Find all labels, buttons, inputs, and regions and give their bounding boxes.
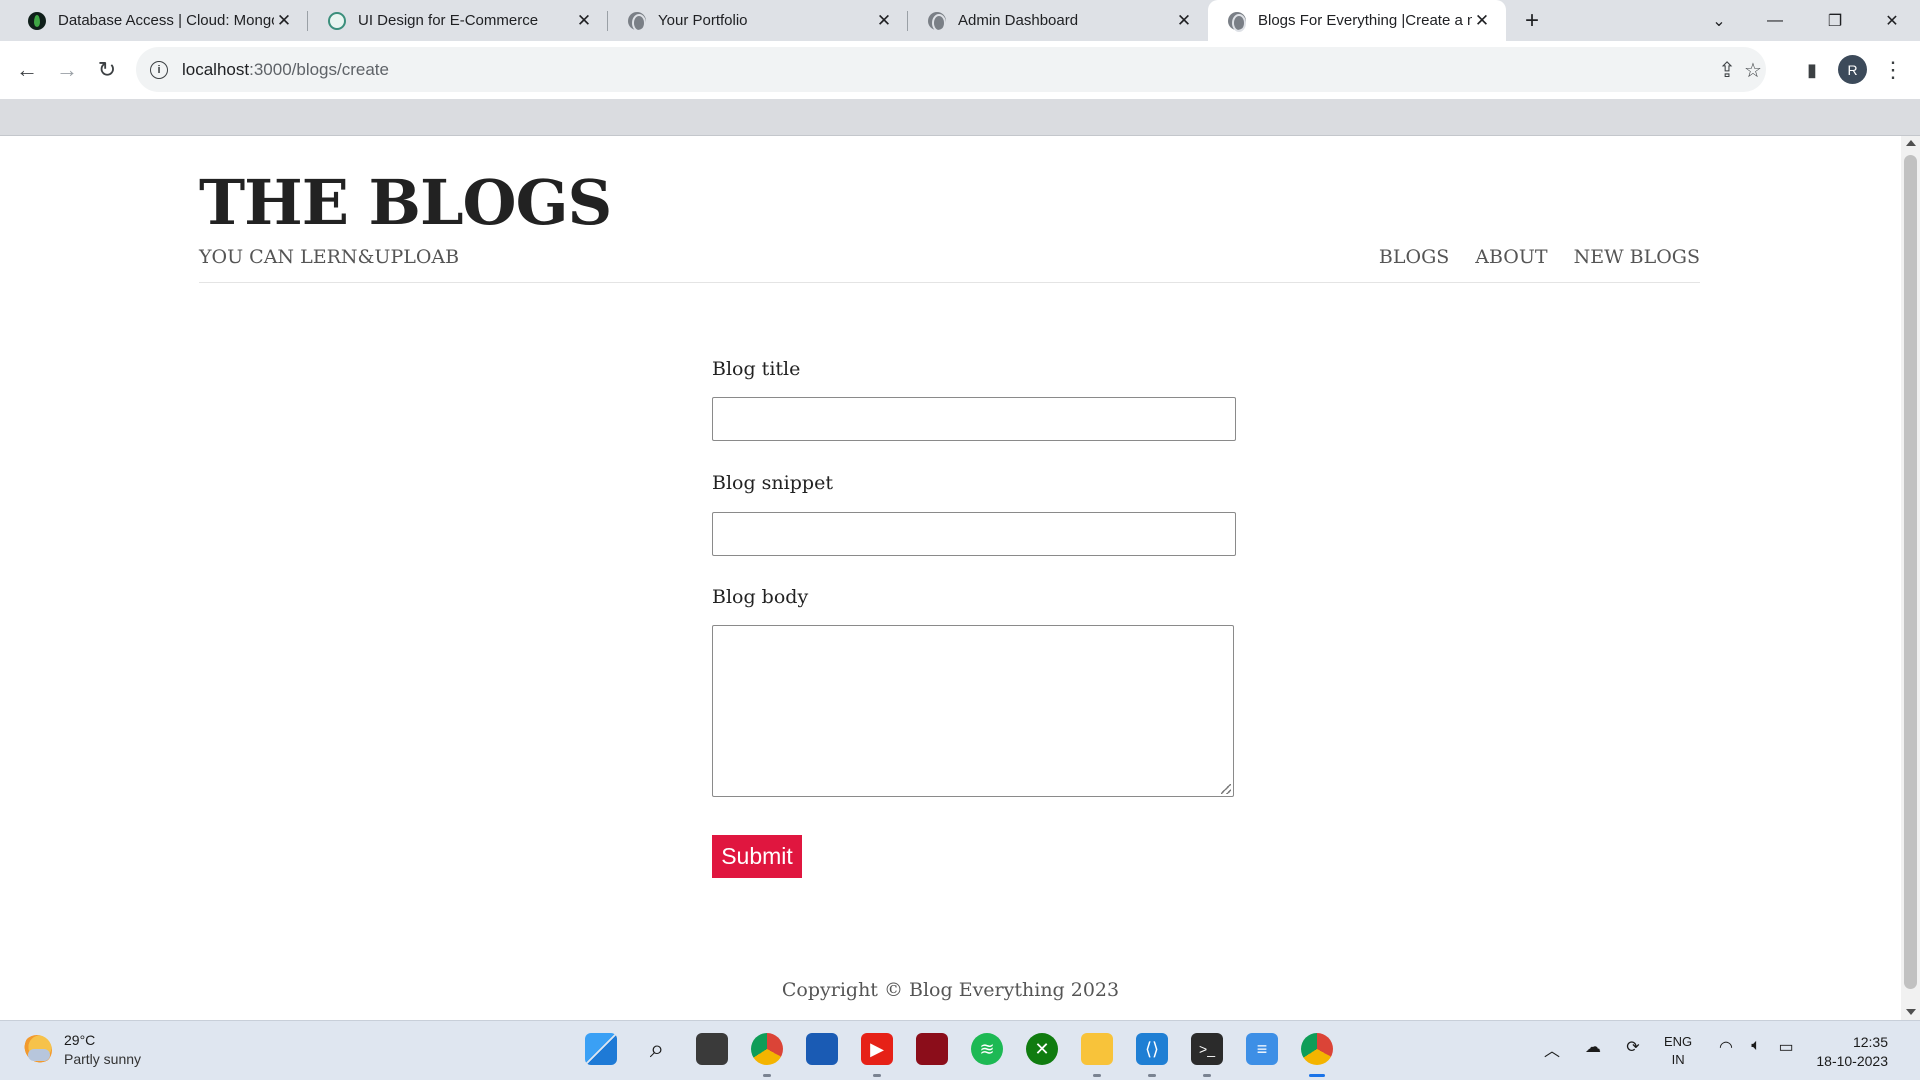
profile-avatar[interactable]: R <box>1838 55 1867 84</box>
bookmarks-strip <box>0 99 1920 136</box>
site-title: THE BLOGS <box>199 166 612 239</box>
menu-kebab-icon[interactable]: ⋮ <box>1876 53 1910 87</box>
share-icon[interactable]: ⇪ <box>1714 57 1740 83</box>
running-indicator <box>1093 1074 1101 1077</box>
resize-grip-icon[interactable] <box>1221 784 1231 794</box>
clock[interactable]: 12:35 18-10-2023 <box>1808 1033 1888 1071</box>
spotify-icon[interactable]: ≋ <box>971 1033 1003 1065</box>
blog-title-label: Blog title <box>712 358 801 380</box>
nav-link-about[interactable]: ABOUT <box>1475 246 1547 268</box>
xbox-icon[interactable]: ✕ <box>1026 1033 1058 1065</box>
tab-portfolio[interactable]: Your Portfolio ✕ <box>608 0 908 41</box>
url-path: :3000/blogs/create <box>249 59 389 79</box>
globe-icon <box>1228 11 1246 32</box>
bookmark-star-icon[interactable]: ☆ <box>1740 57 1766 83</box>
language-code: ENG <box>1664 1034 1693 1049</box>
site-tagline: YOU CAN LERN&UPLOAB <box>199 246 460 268</box>
new-tab-plus-icon[interactable]: + <box>1519 7 1545 34</box>
game-app-icon[interactable] <box>916 1033 948 1065</box>
search-icon[interactable]: ⌕ <box>641 1033 673 1065</box>
chatgpt-icon <box>328 11 346 30</box>
tab-admin-dashboard[interactable]: Admin Dashboard ✕ <box>908 0 1208 41</box>
back-arrow-icon[interactable]: ← <box>10 53 44 87</box>
weather-widget[interactable]: 29°C Partly sunny <box>22 1031 141 1069</box>
onedrive-cloud-icon[interactable]: ☁ <box>1580 1037 1606 1057</box>
running-indicator <box>763 1074 771 1077</box>
tab-title: Your Portfolio <box>658 12 748 29</box>
page-scrollbar[interactable] <box>1901 136 1920 1020</box>
chrome-profile-icon[interactable] <box>1301 1033 1333 1065</box>
page-viewport: THE BLOGS YOU CAN LERN&UPLOAB BLOGS ABOU… <box>0 136 1901 1020</box>
chrome-icon[interactable] <box>751 1033 783 1065</box>
blog-body-textarea[interactable] <box>712 625 1234 797</box>
tab-mongodb[interactable]: Database Access | Cloud: MongoDB ✕ <box>8 0 308 41</box>
close-icon[interactable]: ✕ <box>874 11 894 31</box>
site-nav: BLOGS ABOUT NEW BLOGS <box>1379 246 1700 268</box>
tab-title: Blogs For Everything |Create a new blog <box>1258 12 1472 29</box>
url-host: localhost <box>182 59 250 79</box>
address-bar[interactable]: i localhost:3000/blogs/create ⇪ ☆ <box>136 47 1766 92</box>
header-divider <box>199 282 1700 283</box>
clock-date: 18-10-2023 <box>1816 1053 1888 1069</box>
footer-copyright: Copyright © Blog Everything 2023 <box>781 979 1120 1001</box>
running-indicator <box>1148 1074 1156 1077</box>
partly-sunny-icon <box>22 1035 52 1065</box>
tab-title: Admin Dashboard <box>958 12 1079 29</box>
region-code: IN <box>1671 1052 1685 1067</box>
file-explorer-icon[interactable] <box>1081 1033 1113 1065</box>
active-indicator <box>1309 1074 1325 1077</box>
tab-blogs-create[interactable]: Blogs For Everything |Create a new blog … <box>1208 0 1506 41</box>
reload-icon[interactable]: ↻ <box>90 53 124 87</box>
browser-toolbar: ← → ↻ i localhost:3000/blogs/create ⇪ ☆ … <box>0 41 1920 99</box>
tab-ui-design[interactable]: UI Design for E-Commerce ✕ <box>308 0 608 41</box>
sync-icon[interactable]: ⟳ <box>1620 1037 1646 1057</box>
language-indicator[interactable]: ENG IN <box>1664 1033 1692 1069</box>
close-icon[interactable]: ✕ <box>1472 11 1492 31</box>
running-indicator <box>1203 1074 1211 1077</box>
close-icon[interactable]: ✕ <box>274 11 294 31</box>
windows-taskbar: 29°C Partly sunny ⌕ ▶ ≋ ✕ ⟨⟩ >_ ≡ ︿ ☁ ⟳ … <box>0 1020 1920 1080</box>
tab-title: Database Access | Cloud: MongoDB <box>58 12 274 29</box>
minimize-icon[interactable]: — <box>1745 0 1805 41</box>
youtube-icon[interactable]: ▶ <box>861 1033 893 1065</box>
blog-body-label: Blog body <box>712 586 809 608</box>
vscode-icon[interactable]: ⟨⟩ <box>1136 1033 1168 1065</box>
close-icon[interactable]: ✕ <box>1174 11 1194 31</box>
restore-icon[interactable]: ❐ <box>1805 0 1865 41</box>
scroll-up-arrow-icon[interactable] <box>1906 140 1916 146</box>
close-icon[interactable]: ✕ <box>574 11 594 31</box>
tab-search-chevron-icon[interactable]: ⌄ <box>1689 0 1749 41</box>
notepad-icon[interactable]: ≡ <box>1246 1033 1278 1065</box>
tab-title: UI Design for E-Commerce <box>358 12 539 29</box>
blog-snippet-input[interactable] <box>712 512 1236 556</box>
running-indicator <box>873 1074 881 1077</box>
volume-icon[interactable]: 🔈︎ <box>1744 1037 1768 1055</box>
side-panel-icon[interactable]: ▮ <box>1795 53 1829 87</box>
site-info-icon[interactable]: i <box>150 60 168 79</box>
tab-strip: Database Access | Cloud: MongoDB ✕ UI De… <box>0 0 1920 41</box>
blog-snippet-label: Blog snippet <box>712 472 833 494</box>
globe-icon <box>928 11 946 32</box>
terminal-icon[interactable]: >_ <box>1191 1033 1223 1065</box>
microsoft-store-icon[interactable] <box>806 1033 838 1065</box>
scroll-thumb[interactable] <box>1904 155 1917 989</box>
nav-link-blogs[interactable]: BLOGS <box>1379 246 1449 268</box>
globe-icon <box>628 11 646 32</box>
task-view-icon[interactable] <box>696 1033 728 1065</box>
submit-button[interactable]: Submit <box>712 835 802 878</box>
tray-chevron-up-icon[interactable]: ︿ <box>1540 1037 1564 1061</box>
battery-icon[interactable]: ▭ <box>1774 1037 1798 1057</box>
window-close-icon[interactable]: ✕ <box>1862 0 1920 41</box>
blog-title-input[interactable] <box>712 397 1236 441</box>
nav-link-new-blogs[interactable]: NEW BLOGS <box>1574 246 1700 268</box>
wifi-icon[interactable]: ◠ <box>1714 1037 1738 1057</box>
forward-arrow-icon[interactable]: → <box>50 53 84 87</box>
scroll-down-arrow-icon[interactable] <box>1906 1009 1916 1015</box>
clock-time: 12:35 <box>1852 1034 1888 1050</box>
mongodb-leaf-icon <box>28 11 46 30</box>
weather-description: Partly sunny <box>64 1051 142 1067</box>
start-windows-icon[interactable] <box>585 1033 617 1065</box>
weather-temperature: 29°C <box>64 1032 96 1048</box>
